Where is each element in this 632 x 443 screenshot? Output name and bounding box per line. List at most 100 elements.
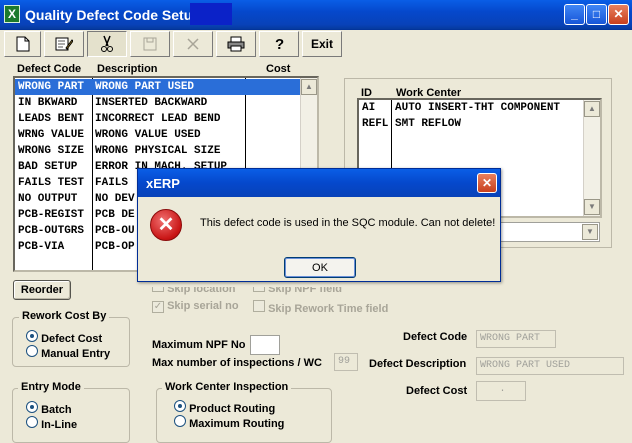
- skip-location-label: Skip location: [167, 287, 236, 295]
- wc-row-name[interactable]: SMT REFLOW: [395, 118, 461, 130]
- window-title: Quality Defect Code Setup: [25, 7, 201, 23]
- max-inspections-input[interactable]: 99: [334, 353, 358, 371]
- radio-selected[interactable]: [174, 400, 186, 412]
- defect-code-cell: WRONG PART: [18, 81, 85, 93]
- dialog-message: This defect code is used in the SQC modu…: [200, 217, 496, 229]
- description-cell: PCB-OU: [95, 225, 135, 237]
- entry-mode-label: Entry Mode: [18, 381, 84, 393]
- description-cell: WRONG PHYSICAL SIZE: [95, 145, 221, 157]
- defect-code-cell: WRNG VALUE: [18, 129, 85, 141]
- delete-button[interactable]: [173, 31, 213, 57]
- batch-radio-label: Batch: [41, 404, 72, 416]
- rework-cost-by-label: Rework Cost By: [19, 310, 110, 322]
- error-icon: ✕: [150, 209, 182, 241]
- maximum-routing-radio-label: Maximum Routing: [189, 418, 285, 430]
- exit-button[interactable]: Exit: [302, 31, 342, 57]
- defect-description-input[interactable]: WRONG PART USED: [476, 357, 624, 375]
- wc-list-scrollbar[interactable]: ▲ ▼: [583, 100, 600, 216]
- work-center-dropdown[interactable]: ▼: [500, 222, 600, 242]
- table-row[interactable]: WRNG VALUE WRONG VALUE USED: [15, 127, 300, 143]
- help-button[interactable]: ?: [259, 31, 299, 57]
- description-cell: INSERTED BACKWARD: [95, 97, 208, 109]
- manual-entry-radio[interactable]: Manual Entry: [26, 345, 110, 360]
- radio-unselected[interactable]: [26, 416, 38, 428]
- maximize-button[interactable]: □: [586, 4, 607, 25]
- skip-serial-checkbox[interactable]: ✓: [152, 301, 164, 313]
- description-cell: PCB-OP: [95, 241, 135, 253]
- table-row[interactable]: WRONG SIZE WRONG PHYSICAL SIZE: [15, 143, 300, 159]
- defect-description-label: Defect Description: [369, 358, 467, 370]
- skip-location-checkbox[interactable]: [152, 287, 164, 292]
- radio-unselected[interactable]: [174, 415, 186, 427]
- skip-npf-checkbox[interactable]: [253, 287, 265, 292]
- description-header: Description: [97, 63, 158, 75]
- inline-radio-label: In-Line: [41, 419, 78, 431]
- edit-button[interactable]: [44, 31, 84, 57]
- description-cell: WRONG PART USED: [95, 81, 195, 93]
- defect-code-cell: LEADS BENT: [18, 113, 85, 125]
- cut-button[interactable]: [87, 31, 127, 57]
- dialog-title: xERP: [146, 176, 180, 191]
- max-npf-input[interactable]: [250, 335, 280, 355]
- dialog-close-button[interactable]: ✕: [477, 173, 497, 193]
- dialog-title-bar: [138, 169, 500, 197]
- batch-radio[interactable]: Batch: [26, 401, 72, 416]
- description-cell: PCB DE: [95, 209, 135, 221]
- defect-cost-radio[interactable]: Defect Cost: [26, 330, 102, 345]
- defect-code-cell: PCB-VIA: [18, 241, 65, 253]
- defect-cost-label: Defect Cost: [406, 385, 468, 397]
- help-question-icon: ?: [275, 36, 284, 52]
- save-icon: [143, 37, 157, 51]
- skip-npf-label: Skip NPF field: [268, 287, 343, 295]
- wc-row-id[interactable]: REFL: [362, 118, 388, 130]
- table-row[interactable]: WRONG PART WRONG PART USED: [15, 79, 300, 95]
- dropdown-arrow-icon[interactable]: ▼: [582, 224, 598, 240]
- skip-row-1: Skip location Skip NPF field: [152, 287, 422, 301]
- exit-label: Exit: [310, 37, 333, 51]
- defect-code-cell: PCB-REGIST: [18, 209, 85, 221]
- description-cell: WRONG VALUE USED: [95, 129, 201, 141]
- defect-code-cell: NO OUTPUT: [18, 193, 78, 205]
- minimize-button[interactable]: _: [564, 4, 585, 25]
- maximum-routing-radio[interactable]: Maximum Routing: [174, 415, 284, 430]
- skip-serial-label: Skip serial no: [167, 300, 239, 312]
- scroll-up-arrow-icon[interactable]: ▲: [301, 79, 317, 95]
- error-dialog: xERP ✕ ✕ This defect code is used in the…: [137, 168, 501, 282]
- edit-icon: [55, 37, 73, 51]
- wc-row-name[interactable]: AUTO INSERT-THT COMPONENT: [395, 102, 560, 114]
- close-button[interactable]: ✕: [608, 4, 629, 25]
- description-cell: NO DEV: [95, 193, 135, 205]
- description-cell: INCORRECT LEAD BEND: [95, 113, 221, 125]
- new-document-icon: [16, 36, 29, 52]
- radio-selected[interactable]: [26, 401, 38, 413]
- product-routing-radio[interactable]: Product Routing: [174, 400, 275, 415]
- skip-rework-label: Skip Rework Time field: [268, 303, 389, 315]
- new-button[interactable]: [4, 31, 41, 57]
- skip-rework-option[interactable]: Skip Rework Time field: [253, 300, 388, 315]
- scroll-down-arrow-icon[interactable]: ▼: [584, 199, 600, 215]
- table-row[interactable]: LEADS BENT INCORRECT LEAD BEND: [15, 111, 300, 127]
- ok-button[interactable]: OK: [284, 257, 356, 278]
- defect-cost-input[interactable]: .: [476, 381, 526, 401]
- description-cell: FAILS: [95, 177, 129, 189]
- defect-code-cell: FAILS TEST: [18, 177, 85, 189]
- inline-radio[interactable]: In-Line: [26, 416, 77, 431]
- defect-cost-radio-label: Defect Cost: [41, 333, 103, 345]
- scissors-icon: [101, 35, 113, 52]
- radio-unselected[interactable]: [26, 345, 38, 357]
- printer-icon: [227, 36, 245, 52]
- scroll-up-arrow-icon[interactable]: ▲: [584, 101, 600, 117]
- radio-selected[interactable]: [26, 330, 38, 342]
- defect-code-label: Defect Code: [403, 331, 468, 343]
- svg-text:?: ?: [275, 36, 284, 52]
- table-row[interactable]: IN BKWARD INSERTED BACKWARD: [15, 95, 300, 111]
- defect-code-cell: IN BKWARD: [18, 97, 78, 109]
- save-button[interactable]: [130, 31, 170, 57]
- wc-row-id[interactable]: AI: [362, 102, 375, 114]
- defect-code-input[interactable]: WRONG PART: [476, 330, 556, 348]
- product-routing-radio-label: Product Routing: [189, 403, 276, 415]
- skip-rework-checkbox[interactable]: [253, 300, 265, 312]
- reorder-button[interactable]: Reorder: [13, 280, 71, 300]
- skip-serial-option[interactable]: ✓ Skip serial no: [152, 300, 239, 313]
- print-button[interactable]: [216, 31, 256, 57]
